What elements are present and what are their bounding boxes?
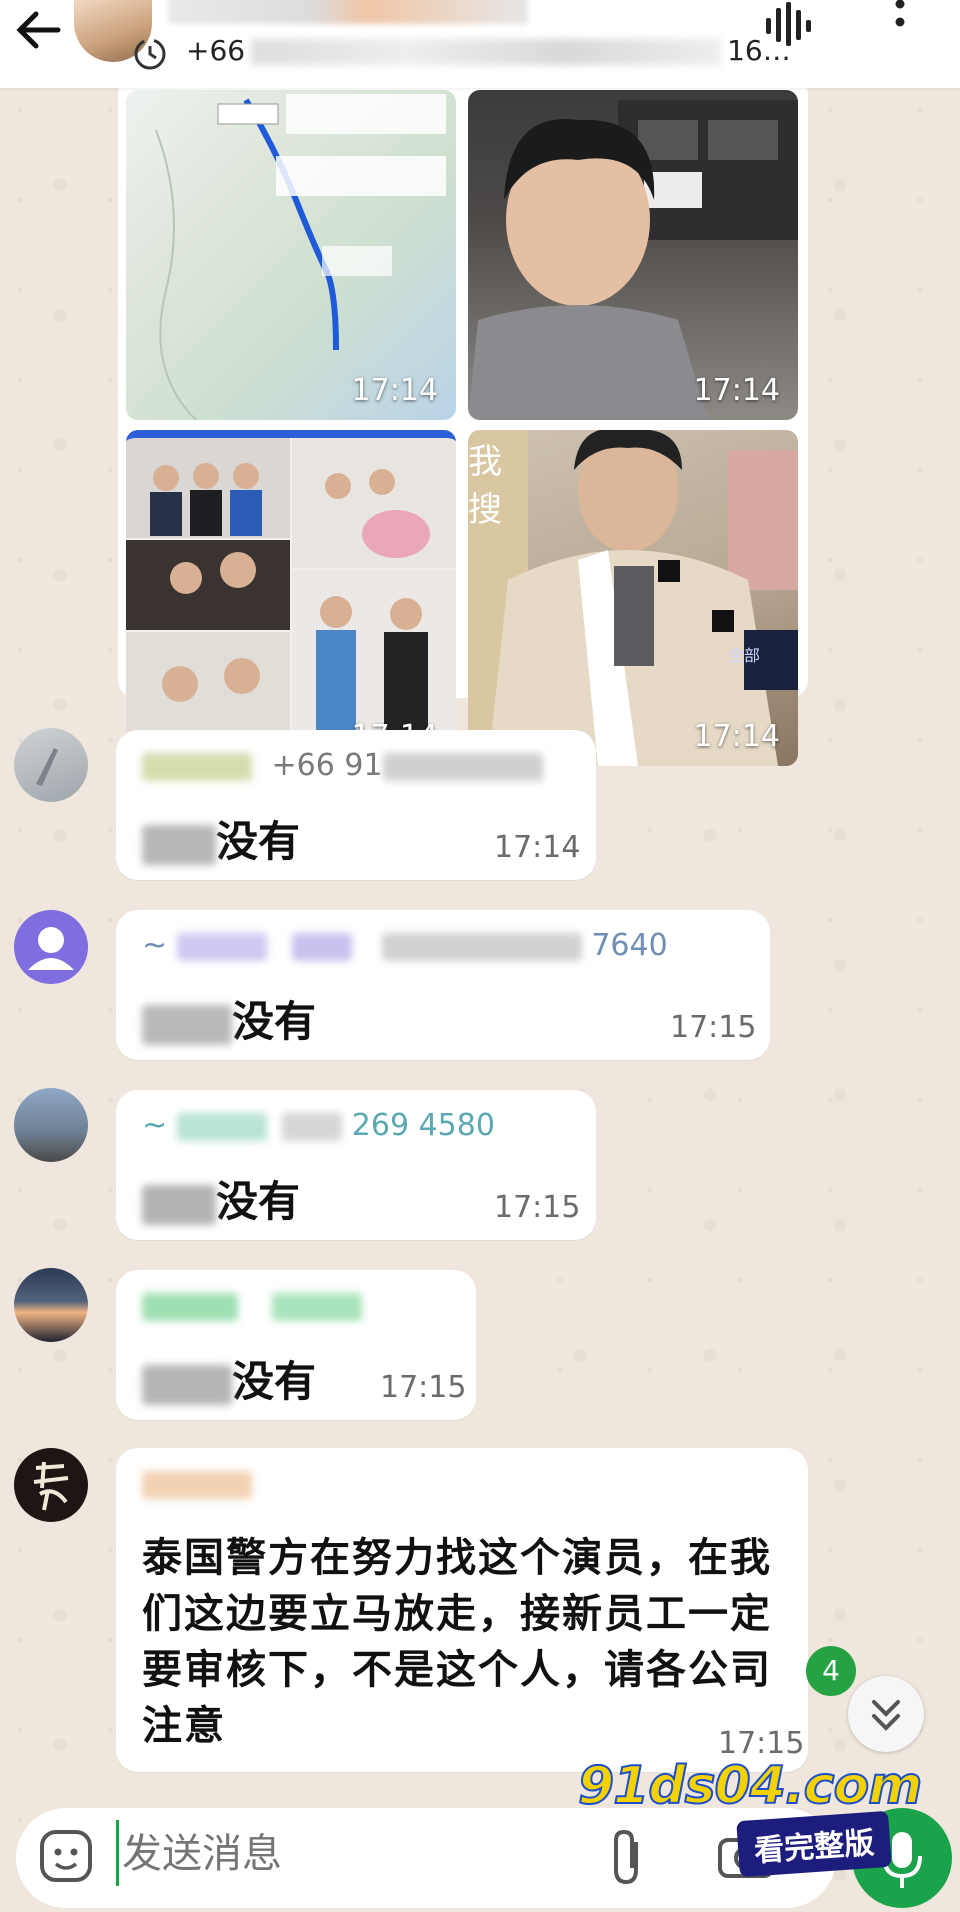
message-time: 17:15 bbox=[380, 1370, 467, 1405]
message-text: 没有 bbox=[142, 1168, 300, 1229]
voice-call-icon[interactable] bbox=[762, 2, 812, 48]
message-input[interactable] bbox=[120, 1818, 644, 1890]
text-caret bbox=[116, 1820, 119, 1886]
contact-phone: +66 16… bbox=[186, 34, 791, 67]
map-route-graphic bbox=[155, 94, 446, 420]
double-chevron-down-icon bbox=[872, 1700, 900, 1731]
overlay-char: 搜 bbox=[468, 490, 502, 530]
message-bubble[interactable]: ~ 269 4580 没有 17:15 bbox=[116, 1090, 596, 1240]
site-watermark: 91ds04.com bbox=[577, 1755, 923, 1817]
sender-avatar[interactable] bbox=[14, 1088, 88, 1162]
sender-avatar[interactable] bbox=[14, 728, 88, 802]
message-text: 没有 bbox=[142, 808, 300, 869]
message-text: 没有 bbox=[142, 1348, 316, 1409]
sender-avatar[interactable] bbox=[14, 1448, 88, 1522]
collage-graphic bbox=[126, 438, 456, 766]
jacket-portrait-image[interactable]: 我 搜 全部 17:14 bbox=[468, 430, 798, 766]
sender-name: ~ 7640 bbox=[142, 928, 668, 963]
map-image[interactable]: 17:14 bbox=[126, 90, 456, 420]
message-bubble[interactable]: +66 91 没有 17:14 bbox=[116, 730, 596, 880]
sender-name: ~ 269 4580 bbox=[142, 1108, 495, 1143]
chat-header: +66 16… bbox=[0, 0, 960, 88]
message-text: 没有 bbox=[142, 988, 316, 1049]
contact-name-blurred bbox=[168, 0, 528, 24]
message-bubble[interactable]: 泰国警方在努力找这个演员，在我们这边要立马放走，接新员工一定要审核下，不是这个人… bbox=[116, 1448, 808, 1772]
overlay-label: 全部 bbox=[728, 646, 761, 665]
message-bubble[interactable]: 没有 17:15 bbox=[116, 1270, 476, 1420]
message-bubble[interactable]: ~ 7640 没有 17:15 bbox=[116, 910, 770, 1060]
disappearing-timer-icon bbox=[134, 38, 166, 70]
media-album-bubble: 17:14 17:14 1 bbox=[118, 76, 808, 766]
selfie-image[interactable]: 17:14 bbox=[468, 90, 798, 420]
image-timestamp: 17:14 bbox=[693, 373, 780, 408]
message-text: 泰国警方在努力找这个演员，在我们这边要立马放走，接新员工一定要审核下，不是这个人… bbox=[142, 1534, 772, 1749]
message-time: 17:14 bbox=[494, 830, 581, 865]
default-avatar-icon[interactable] bbox=[14, 910, 88, 984]
image-timestamp: 17:14 bbox=[351, 373, 438, 408]
sender-avatar[interactable] bbox=[14, 1268, 88, 1342]
message-time: 17:15 bbox=[670, 1010, 757, 1045]
scroll-down-button[interactable] bbox=[848, 1676, 924, 1752]
photo-collage-image[interactable]: 17:14 bbox=[126, 430, 456, 766]
sticker-emoji-icon[interactable] bbox=[38, 1828, 94, 1884]
message-composer bbox=[16, 1808, 836, 1908]
back-arrow-icon[interactable] bbox=[14, 8, 62, 52]
overflow-menu-icon[interactable] bbox=[886, 0, 914, 44]
sender-name bbox=[142, 1466, 252, 1501]
message-time: 17:15 bbox=[494, 1190, 581, 1225]
sender-name bbox=[142, 1288, 362, 1323]
watermark-badge: 看完整版 bbox=[736, 1810, 892, 1878]
attach-paperclip-icon[interactable] bbox=[606, 1828, 646, 1888]
portrait-graphic bbox=[468, 430, 798, 766]
sender-name: +66 91 bbox=[142, 748, 543, 783]
portrait-graphic bbox=[468, 100, 798, 420]
image-timestamp: 17:14 bbox=[693, 719, 780, 754]
overlay-char: 我 bbox=[468, 442, 502, 482]
